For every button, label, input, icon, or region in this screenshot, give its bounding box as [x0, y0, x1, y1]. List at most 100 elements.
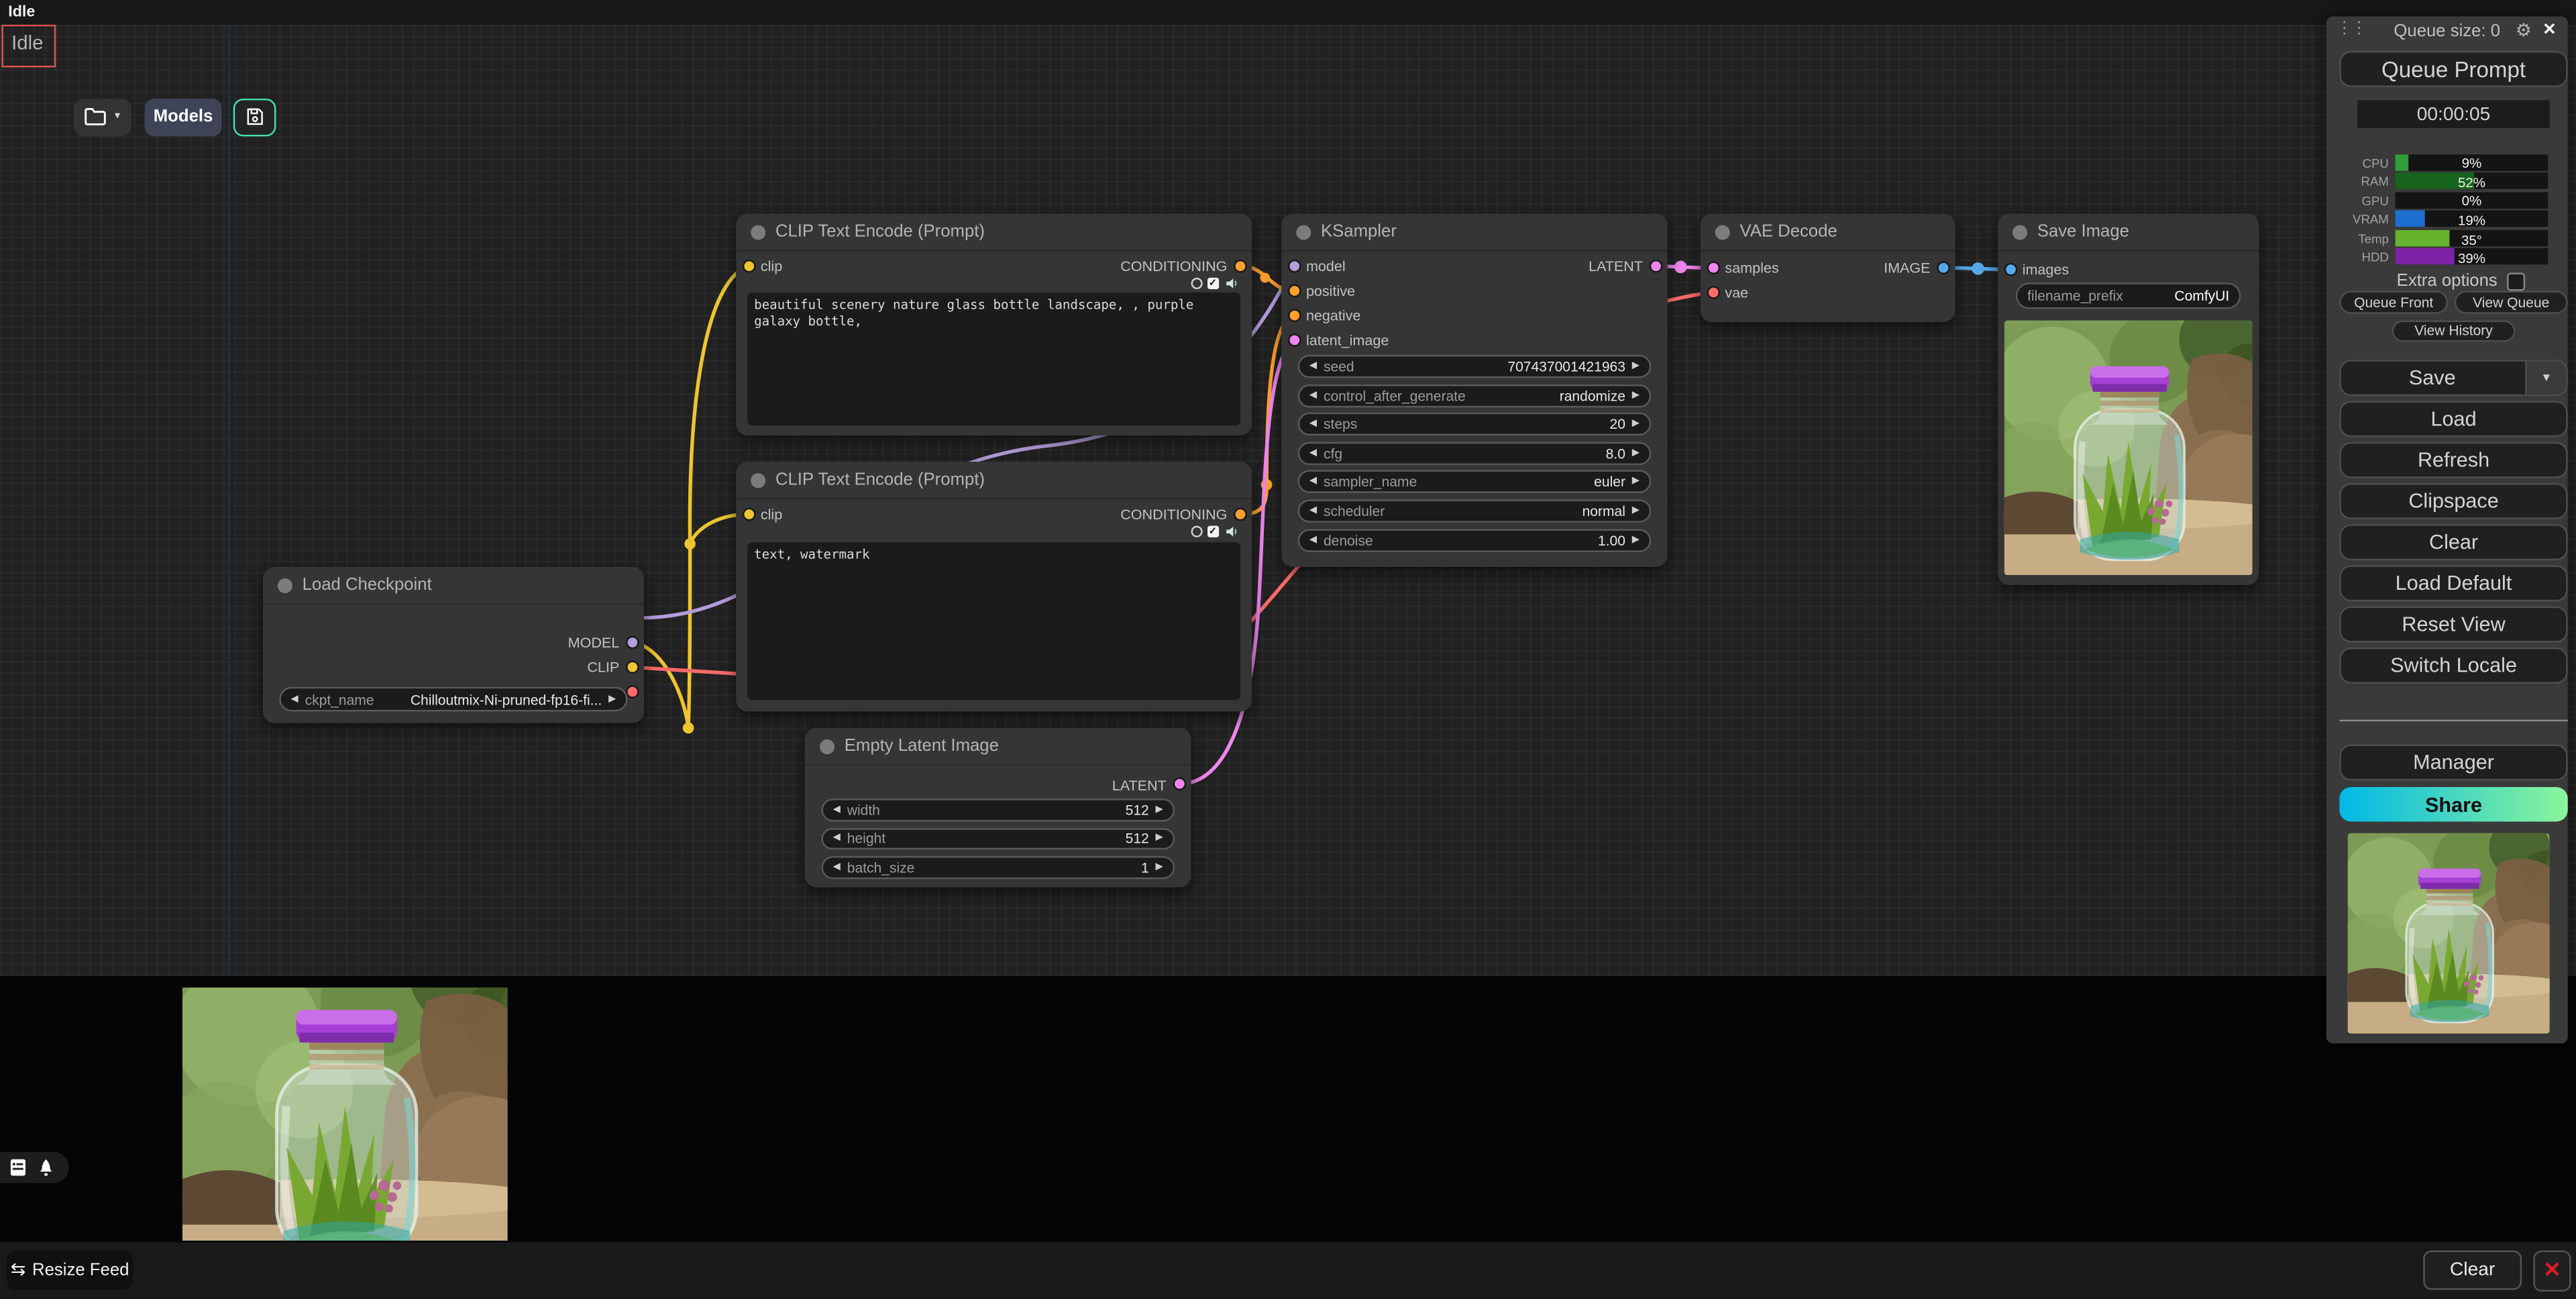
increment-arrow-icon[interactable]: ▶ [1632, 391, 1640, 401]
extra-options-checkbox[interactable] [2507, 272, 2525, 290]
view-queue-button[interactable]: View Queue [2455, 291, 2568, 313]
clipspace-button[interactable]: Clipspace [2339, 483, 2567, 519]
view-history-button[interactable]: View History [2392, 319, 2516, 342]
prompt-textarea[interactable]: text, watermark [747, 542, 1240, 700]
close-icon[interactable]: ✕ [2542, 21, 2557, 39]
input-pin-vae[interactable] [1706, 286, 1719, 299]
node-ksampler[interactable]: KSampler model positive negative latent_… [1281, 213, 1668, 567]
save-dropdown-arrow[interactable]: ▼ [2525, 362, 2566, 395]
width-widget[interactable]: ◀ width 512 ▶ [821, 798, 1175, 821]
seed-widget[interactable]: ◀ seed 707437001421963 ▶ [1298, 355, 1652, 378]
radio-toggle-icon[interactable] [1190, 526, 1201, 537]
clear-button[interactable]: Clear [2339, 524, 2567, 560]
node-empty-latent-image[interactable]: Empty Latent Image LATENT ◀ width 512 ▶ … [805, 728, 1191, 888]
decrement-arrow-icon[interactable]: ◀ [1309, 448, 1317, 458]
decrement-arrow-icon[interactable]: ◀ [1309, 535, 1317, 545]
share-button[interactable]: Share [2339, 787, 2567, 821]
node-save-image[interactable]: Save Image images filename_prefix ComfyU… [1998, 213, 2259, 584]
output-pin-image[interactable] [1936, 261, 1949, 274]
enabled-checkbox-icon[interactable]: ✓ [1207, 525, 1219, 537]
input-pin-latent-image[interactable] [1287, 333, 1301, 347]
increment-arrow-icon[interactable]: ▶ [1156, 804, 1163, 815]
models-button[interactable]: Models [145, 98, 222, 136]
output-pin-latent[interactable] [1649, 260, 1662, 273]
output-pin-model[interactable] [625, 636, 639, 650]
input-pin-model[interactable] [1287, 260, 1301, 273]
gear-icon[interactable]: ⚙ [2516, 19, 2532, 41]
input-pin-clip[interactable] [742, 508, 755, 521]
input-pin-samples[interactable] [1706, 261, 1719, 274]
translate-speaker-icon[interactable] [1224, 524, 1238, 539]
node-clip-text-encode-negative[interactable]: CLIP Text Encode (Prompt) clip CONDITION… [736, 462, 1252, 711]
increment-arrow-icon[interactable]: ▶ [1632, 535, 1640, 545]
last-output-thumbnail[interactable] [2348, 833, 2550, 1034]
control-after-generate-widget[interactable]: ◀ control_after_generate randomize ▶ [1298, 384, 1652, 407]
denoise-widget[interactable]: ◀ denoise 1.00 ▶ [1298, 529, 1652, 552]
node-status-dot-icon [751, 224, 765, 239]
increment-arrow-icon[interactable]: ▶ [1156, 833, 1163, 843]
increment-arrow-icon[interactable]: ▶ [1632, 448, 1640, 458]
floppy-disk-icon [244, 107, 264, 127]
batch-size-widget[interactable]: ◀ batch_size 1 ▶ [821, 856, 1175, 878]
node-graph-canvas[interactable]: Idle ▼ Models [0, 25, 2576, 976]
increment-arrow-icon[interactable]: ▶ [1632, 506, 1640, 516]
input-pin-images[interactable] [2004, 263, 2017, 276]
input-pin-negative[interactable] [1287, 309, 1301, 322]
node-title-bar: Save Image [1998, 213, 2259, 251]
input-pin-positive[interactable] [1287, 284, 1301, 298]
steps-widget[interactable]: ◀ steps 20 ▶ [1298, 413, 1652, 435]
workflows-folder-button[interactable]: ▼ [74, 98, 131, 136]
resize-feed-button[interactable]: ⇆ Resize Feed [7, 1249, 133, 1289]
feed-close-button[interactable]: ✕ [2533, 1249, 2571, 1290]
input-pin-clip[interactable] [742, 260, 755, 273]
decrement-arrow-icon[interactable]: ◀ [833, 833, 841, 843]
decrement-arrow-icon[interactable]: ◀ [833, 862, 841, 872]
feed-clear-button[interactable]: Clear [2423, 1251, 2522, 1290]
node-clip-text-encode-positive[interactable]: CLIP Text Encode (Prompt) clip CONDITION… [736, 213, 1252, 435]
scheduler-widget[interactable]: ◀ scheduler normal ▶ [1298, 499, 1652, 522]
notification-bell-icon[interactable] [38, 1157, 54, 1177]
stat-label: HDD [2362, 250, 2389, 265]
decrement-arrow-icon[interactable]: ◀ [1309, 362, 1317, 372]
load-button[interactable]: Load [2339, 401, 2567, 437]
feed-image-thumbnail[interactable] [182, 988, 508, 1241]
queue-prompt-button[interactable]: Queue Prompt [2339, 51, 2567, 87]
prompt-textarea[interactable]: beautiful scenery nature glass bottle la… [747, 293, 1240, 425]
switch-locale-button[interactable]: Switch Locale [2339, 647, 2567, 684]
save-workflow-button[interactable] [233, 99, 276, 136]
node-vae-decode[interactable]: VAE Decode samples vae IMAGE [1701, 213, 1955, 322]
reset-view-button[interactable]: Reset View [2339, 607, 2567, 643]
height-widget[interactable]: ◀ height 512 ▶ [821, 827, 1175, 849]
output-pin-latent[interactable] [1172, 777, 1185, 790]
widget-value: normal [1582, 503, 1625, 519]
ckpt-name-widget[interactable]: ◀ ckpt_name Chilloutmix-Ni-pruned-fp16-f… [279, 687, 627, 712]
increment-arrow-icon[interactable]: ▶ [1632, 362, 1640, 372]
widget-label: filename_prefix [2027, 287, 2123, 303]
increment-arrow-icon[interactable]: ▶ [608, 694, 616, 705]
filename-prefix-widget[interactable]: filename_prefix ComfyUI [2016, 282, 2241, 308]
node-load-checkpoint[interactable]: Load Checkpoint MODEL CLIP VAE ◀ ckpt_na… [263, 567, 644, 723]
sampler-name-widget[interactable]: ◀ sampler_name euler ▶ [1298, 470, 1652, 493]
translate-speaker-icon[interactable] [1224, 276, 1238, 291]
increment-arrow-icon[interactable]: ▶ [1156, 862, 1163, 872]
cfg-widget[interactable]: ◀ cfg 8.0 ▶ [1298, 441, 1652, 464]
radio-toggle-icon[interactable] [1190, 278, 1201, 289]
output-pin-clip[interactable] [625, 660, 639, 674]
load-default-button[interactable]: Load Default [2339, 565, 2567, 601]
save-button[interactable]: Save ▼ [2339, 360, 2567, 396]
decrement-arrow-icon[interactable]: ◀ [1309, 419, 1317, 429]
decrement-arrow-icon[interactable]: ◀ [290, 694, 298, 705]
queue-front-button[interactable]: Queue Front [2339, 291, 2448, 313]
feed-list-icon[interactable] [10, 1159, 26, 1177]
output-pin-conditioning[interactable] [1233, 260, 1246, 273]
refresh-button[interactable]: Refresh [2339, 442, 2567, 478]
increment-arrow-icon[interactable]: ▶ [1632, 477, 1640, 487]
decrement-arrow-icon[interactable]: ◀ [1309, 477, 1317, 487]
decrement-arrow-icon[interactable]: ◀ [1309, 391, 1317, 401]
decrement-arrow-icon[interactable]: ◀ [833, 804, 841, 815]
increment-arrow-icon[interactable]: ▶ [1632, 419, 1640, 429]
decrement-arrow-icon[interactable]: ◀ [1309, 506, 1317, 516]
enabled-checkbox-icon[interactable]: ✓ [1207, 277, 1219, 289]
manager-button[interactable]: Manager [2339, 744, 2567, 780]
output-pin-conditioning[interactable] [1233, 508, 1246, 521]
